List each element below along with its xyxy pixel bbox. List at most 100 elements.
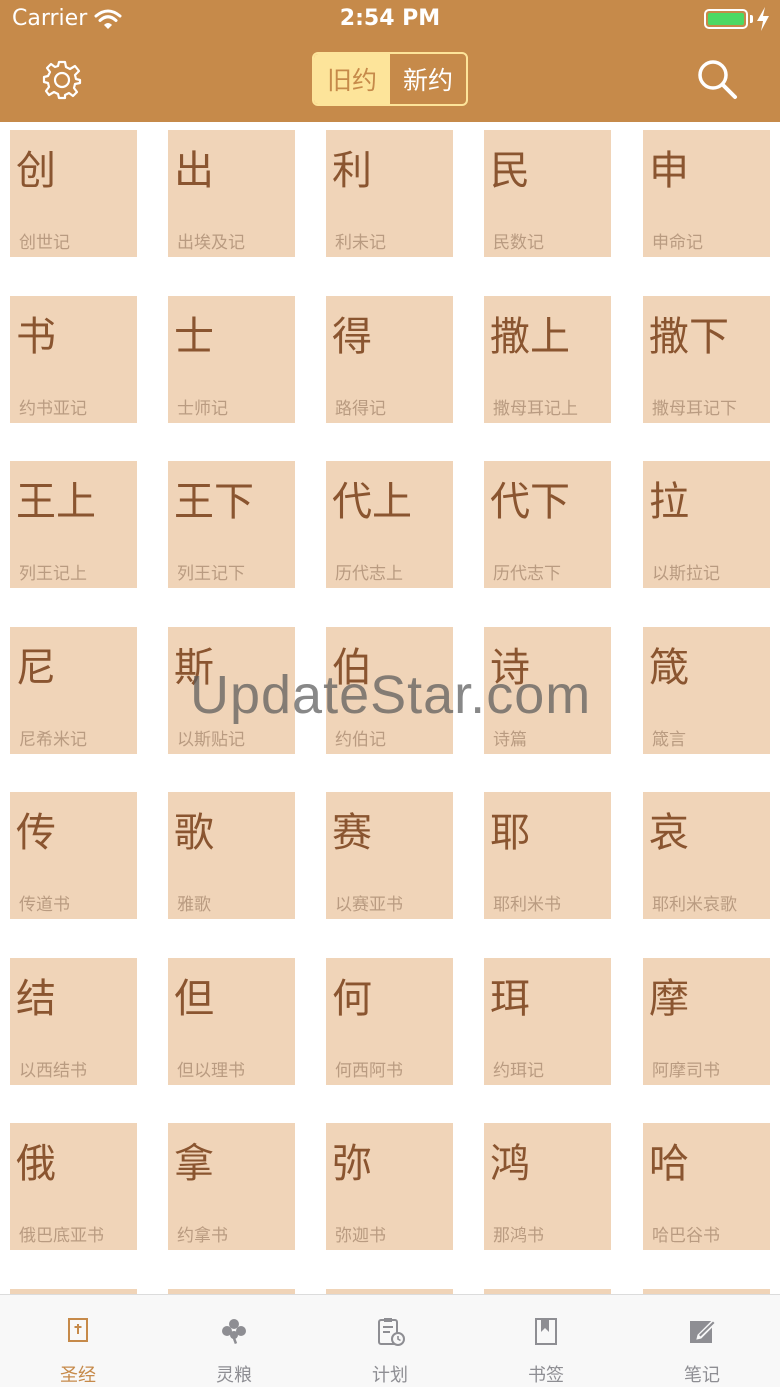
book-name: 以斯拉记: [652, 564, 720, 584]
nav-bar: 旧约 新约: [0, 40, 780, 122]
book-name: 以斯贴记: [177, 730, 245, 750]
book-abbreviation: 出: [174, 148, 214, 194]
book-abbreviation: 哀: [649, 810, 689, 856]
book-tile[interactable]: 拿约拿书: [168, 1123, 295, 1250]
book-tile[interactable]: 民民数记: [484, 130, 611, 257]
book-abbreviation: 撒上: [490, 314, 570, 360]
book-tile[interactable]: 代上 历代志上: [326, 461, 453, 588]
book-name: 俄巴底亚书: [19, 1226, 104, 1246]
book-tile[interactable]: 拉以斯拉记: [643, 461, 770, 588]
book-tile[interactable]: 珥约珥记: [484, 958, 611, 1085]
watermark: UpdateStar.com: [190, 665, 592, 725]
book-tile[interactable]: 歌雅歌: [168, 792, 295, 919]
book-tile[interactable]: 代下 历代志下: [484, 461, 611, 588]
segment-old-testament[interactable]: 旧约: [314, 54, 390, 104]
book-tile[interactable]: 书约书亚记: [10, 296, 137, 423]
book-tile[interactable]: 何何西阿书: [326, 958, 453, 1085]
book-name: 路得记: [335, 399, 386, 419]
tab-spiritual-food[interactable]: 灵粮: [156, 1295, 312, 1388]
book-abbreviation: 利: [332, 148, 372, 194]
book-name: 约伯记: [335, 730, 386, 750]
book-name: 创世记: [19, 233, 70, 253]
book-abbreviation: 士: [174, 314, 214, 360]
tab-bible[interactable]: 圣经: [0, 1295, 156, 1388]
book-name: 约书亚记: [19, 399, 87, 419]
book-abbreviation: 结: [16, 976, 56, 1022]
book-name: 耶利米哀歌: [652, 895, 737, 915]
book-tile[interactable]: 尼尼希米记: [10, 627, 137, 754]
book-tile[interactable]: 士士师记: [168, 296, 295, 423]
book-tile[interactable]: 申申命记: [643, 130, 770, 257]
book-abbreviation: 拿: [174, 1141, 214, 1187]
book-tile[interactable]: 出出埃及记: [168, 130, 295, 257]
book-name: 历代志上: [335, 564, 403, 584]
book-abbreviation: 得: [332, 314, 372, 360]
book-tile[interactable]: 耶耶利米书: [484, 792, 611, 919]
book-tile[interactable]: 赛以赛亚书: [326, 792, 453, 919]
tab-plan[interactable]: 计划: [312, 1295, 468, 1388]
book-tile[interactable]: 但但以理书: [168, 958, 295, 1085]
book-abbreviation: 弥: [332, 1141, 372, 1187]
book-abbreviation: 哈: [649, 1141, 689, 1187]
book-abbreviation: 拉: [649, 479, 689, 525]
battery-tip: [750, 15, 753, 23]
book-name: 箴言: [652, 730, 686, 750]
book-abbreviation: 俄: [16, 1141, 56, 1187]
book-tile[interactable]: 传传道书: [10, 792, 137, 919]
bookmark-icon: [535, 1318, 557, 1345]
book-name: 耶利米书: [493, 895, 561, 915]
book-tile[interactable]: 哀耶利米哀歌: [643, 792, 770, 919]
book-abbreviation: 王下: [174, 479, 254, 525]
charging-bolt-icon: [756, 6, 770, 36]
book-name: 哈巴谷书: [652, 1226, 720, 1246]
book-abbreviation: 耶: [490, 810, 530, 856]
book-name: 历代志下: [493, 564, 561, 584]
book-abbreviation: 书: [16, 314, 56, 360]
book-tile[interactable]: 利利未记: [326, 130, 453, 257]
book-tile[interactable]: 王上 列王记上: [10, 461, 137, 588]
settings-button[interactable]: [40, 58, 84, 102]
book-abbreviation: 撒下: [649, 314, 729, 360]
book-abbreviation: 赛: [332, 810, 372, 856]
book-tile[interactable]: 王下 列王记下: [168, 461, 295, 588]
book-name: 尼希米记: [19, 730, 87, 750]
book-name: 弥迦书: [335, 1226, 386, 1246]
book-name: 士师记: [177, 399, 228, 419]
status-bar: Carrier 2:54 PM: [0, 0, 780, 40]
book-abbreviation: 代下: [490, 479, 570, 525]
book-abbreviation: 但: [174, 976, 214, 1022]
book-tile[interactable]: 鸿那鸿书: [484, 1123, 611, 1250]
book-name: 约拿书: [177, 1226, 228, 1246]
tab-notes[interactable]: 笔记: [624, 1295, 780, 1388]
book-tile[interactable]: 创创世记: [10, 130, 137, 257]
book-tile[interactable]: 摩阿摩司书: [643, 958, 770, 1085]
book-name: 利未记: [335, 233, 386, 253]
testament-segmented-control: 旧约 新约: [312, 52, 468, 106]
tab-bookmarks[interactable]: 书签: [468, 1295, 624, 1388]
book-tile[interactable]: 弥弥迦书: [326, 1123, 453, 1250]
tab-label-spiritual-food: 灵粮: [216, 1365, 252, 1386]
tab-bar: 圣经 灵粮 计划 书签 笔记: [0, 1294, 780, 1387]
note-edit-icon: [690, 1319, 717, 1343]
book-tile[interactable]: 撒上 撒母耳记上: [484, 296, 611, 423]
book-tile[interactable]: 得路得记: [326, 296, 453, 423]
book-name: 以赛亚书: [335, 895, 403, 915]
search-button[interactable]: [694, 56, 740, 102]
book-abbreviation: 代上: [332, 479, 412, 525]
book-name: 以西结书: [19, 1061, 87, 1081]
search-icon: [698, 60, 737, 99]
book-tile[interactable]: 撒下 撒母耳记下: [643, 296, 770, 423]
plan-clipboard-icon: [378, 1318, 405, 1346]
book-name: 传道书: [19, 895, 70, 915]
segment-new-testament[interactable]: 新约: [390, 54, 466, 104]
book-tile[interactable]: 哈哈巴谷书: [643, 1123, 770, 1250]
book-name: 阿摩司书: [652, 1061, 720, 1081]
book-tile[interactable]: 箴箴言: [643, 627, 770, 754]
book-tile[interactable]: 结以西结书: [10, 958, 137, 1085]
tab-label-plan: 计划: [372, 1365, 408, 1386]
battery-icon: [704, 9, 748, 29]
book-name: 何西阿书: [335, 1061, 403, 1081]
status-time: 2:54 PM: [339, 6, 441, 31]
book-name: 列王记上: [19, 564, 87, 584]
book-tile[interactable]: 俄俄巴底亚书: [10, 1123, 137, 1250]
